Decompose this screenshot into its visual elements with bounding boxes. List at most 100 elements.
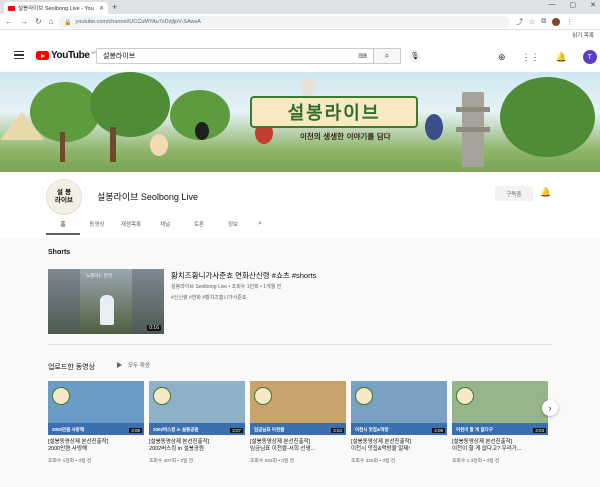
address-bar: ← → ↻ ⌂ 🔒 youtube.com/channel/UCCuMYAu7s… [0, 14, 600, 30]
extensions-icon[interactable]: ⧉ [541, 18, 546, 26]
video-card[interactable]: 2002버스킹 in 설봉공원 3:07 [설봉동영상제 본선진출작] 2002… [149, 381, 245, 464]
channel-name: 설봉라이브 Seolbong Live [97, 192, 198, 202]
video-title[interactable]: [설봉동영상제 본선진출작] 이천시 맛집&먹방을 알제! [351, 439, 447, 454]
video-thumbnail[interactable]: 임금님표 이천쌀 3:03 [250, 381, 346, 435]
video-thumbnail[interactable]: 2000만큼 사랑해 3:08 [48, 381, 144, 435]
forward-icon[interactable]: → [20, 17, 28, 26]
browser-tab[interactable]: 설봉라이브 Seolbong Live - You ✕ [4, 2, 108, 14]
search-icon: ⌕ [384, 51, 390, 60]
youtube-logo[interactable]: YouTube KR [36, 50, 97, 61]
close-tab-icon[interactable]: ✕ [99, 5, 104, 12]
channel-banner: 설봉라이브 이천의 생생한 이야기를 담다 [0, 72, 600, 172]
nav-buttons: ← → ↻ ⌂ [5, 17, 54, 26]
back-icon[interactable]: ← [5, 17, 13, 26]
keyboard-icon[interactable]: ⌨ [358, 53, 367, 60]
shorts-heading: Shorts [48, 249, 71, 256]
subscribed-button[interactable]: 구독중 [495, 186, 533, 201]
share-icon[interactable]: ⤴ [516, 17, 523, 27]
video-title-line2: 이천이 할 게 없다고? 우리가... [452, 446, 522, 453]
browser-tab-title: 설봉라이브 Seolbong Live - You [18, 6, 94, 12]
search-query: 설봉라이브 [103, 53, 136, 60]
video-title-line2: 2002버스킹 in 설봉공원 [149, 446, 204, 453]
video-card[interactable]: 임금님표 이천쌀 3:03 [설봉동영상제 본선진출작] 임금님표 이천쌀-서희… [250, 381, 346, 464]
window-controls: — ▢ ✕ [549, 1, 597, 9]
channel-search-icon[interactable]: ⌕ [250, 220, 270, 235]
youtube-favicon-icon [8, 5, 15, 11]
tab-videos[interactable]: 동영상 [80, 220, 114, 235]
voice-search-icon[interactable]: 🎙 [409, 50, 421, 62]
play-all-button[interactable]: 모두 재생 [117, 361, 150, 369]
channel-logo-badge [355, 387, 373, 405]
thumbnail-label: 임금님표 이천쌀 [254, 427, 285, 432]
lock-icon: 🔒 [64, 19, 72, 26]
create-video-icon[interactable]: ⊕ [498, 52, 506, 63]
video-meta: 조회수 1천회 • 3일 전 [48, 458, 92, 464]
thumbnail-label: 이천시 맛집&먹방 [355, 427, 389, 432]
tab-playlists[interactable]: 재생목록 [114, 220, 148, 235]
channel-bell-icon[interactable]: 🔔 [540, 187, 551, 198]
channel-header: 설 봉 라이브 설봉라이브 Seolbong Live 구독중 🔔 홈 동영상 … [0, 172, 600, 238]
banner-title: 설봉라이브 [250, 96, 418, 128]
short-title[interactable]: 황치즈황니가사준쵸 연화산신령 #쇼츠 #shorts [171, 270, 316, 281]
search-button[interactable]: ⌕ [373, 48, 401, 64]
user-avatar[interactable]: T [582, 50, 597, 64]
video-thumbnail[interactable]: 2002버스킹 in 설봉공원 3:07 [149, 381, 245, 435]
search-input[interactable]: 설봉라이브 ⌨ [96, 48, 374, 64]
section-divider [48, 344, 552, 345]
thumbnail-label: 이천이 할 게 없다구 [456, 427, 493, 432]
new-tab-icon[interactable]: + [112, 2, 117, 12]
video-card[interactable]: 이천시 맛집&먹방 4:08 [설봉동영상제 본선진출작] 이천시 맛집&먹방을… [351, 381, 447, 464]
video-title-line2: 임금님표 이천쌀-서희 선생... [250, 446, 316, 453]
video-card[interactable]: 2000만큼 사랑해 3:08 [설봉동영상제 본선진출작] 2000만큼 사랑… [48, 381, 144, 464]
home-icon[interactable]: ⌂ [49, 17, 54, 26]
close-window-icon[interactable]: ✕ [590, 1, 596, 9]
chevron-right-icon[interactable]: › [542, 400, 558, 416]
reload-icon[interactable]: ↻ [35, 17, 42, 26]
video-card[interactable]: 이천이 할 게 없다구 3:03 [설봉동영상제 본선진출작] 이천이 할 게 … [452, 381, 548, 464]
video-title-line2: 이천시 맛집&먹방을 알제! [351, 446, 410, 453]
video-title[interactable]: [설봉동영상제 본선진출작] 2002버스킹 in 설봉공원 [149, 439, 245, 454]
video-meta: 조회수 325회 • 3일 전 [351, 458, 396, 464]
youtube-play-icon [36, 51, 49, 60]
thumbnail-label: 2002버스킹 in 설봉공원 [153, 427, 199, 432]
maximize-icon[interactable]: ▢ [570, 1, 577, 9]
video-title[interactable]: [설봉동영상제 본선진출작] 2000만큼 사랑해 [48, 439, 144, 454]
channel-logo-badge [254, 387, 272, 405]
youtube-wordmark: YouTube [51, 50, 90, 61]
uploads-heading[interactable]: 업로드한 동영상 [48, 362, 95, 372]
bookmarks-bar: 읽기 목록 [0, 30, 600, 40]
profile-avatar-icon[interactable] [552, 18, 561, 26]
browser-toolbar-icons: ⤴ ☆ ⧉ ⋮ [516, 17, 573, 27]
tab-home[interactable]: 홈 [46, 220, 80, 235]
channel-content: Shorts 노래하는 만인 0:16 황치즈황니가사준쵸 연화산신령 #쇼츠 … [0, 238, 600, 487]
channel-avatar[interactable]: 설 봉 라이브 [46, 179, 82, 215]
youtube-header: YouTube KR 설봉라이브 ⌨ ⌕ 🎙 ⊕ ⋮⋮ 🔔 T [0, 40, 600, 72]
hamburger-menu-icon[interactable] [14, 51, 24, 59]
bookmark-star-icon[interactable]: ☆ [529, 18, 535, 26]
browser-tab-bar: 설봉라이브 Seolbong Live - You ✕ + — ▢ ✕ [0, 0, 600, 14]
short-duration: 0:16 [147, 325, 161, 331]
video-title[interactable]: [설봉동영상제 본선진출작] 이천이 할 게 없다고? 우리가... [452, 439, 548, 454]
apps-grid-icon[interactable]: ⋮⋮ [522, 52, 540, 63]
notifications-bell-icon[interactable]: 🔔 [556, 52, 567, 63]
tab-channels[interactable]: 채널 [148, 220, 182, 235]
minimize-icon[interactable]: — [549, 1, 556, 9]
tab-about[interactable]: 정보 [216, 220, 250, 235]
video-thumbnail[interactable]: 이천시 맛집&먹방 4:08 [351, 381, 447, 435]
tab-discussion[interactable]: 토론 [182, 220, 216, 235]
header-actions: ⊕ ⋮⋮ 🔔 T [498, 50, 597, 64]
video-title[interactable]: [설봉동영상제 본선진출작] 임금님표 이천쌀-서희 선생... [250, 439, 346, 454]
url-field[interactable]: 🔒 youtube.com/channel/UCCuMYAu7sDzjljoV-… [58, 16, 510, 28]
channel-logo-badge [52, 387, 70, 405]
banner-tagline: 이천의 생생한 이야기를 담다 [300, 132, 391, 141]
reading-list-button[interactable]: 읽기 목록 [572, 31, 594, 39]
video-duration: 3:03 [533, 428, 546, 433]
short-meta: 설봉라이브 Seolbong Live • 조회수 1만회 • 1개월 전 [171, 284, 282, 290]
short-thumbnail[interactable]: 노래하는 만인 0:16 [48, 269, 164, 334]
video-duration: 4:08 [432, 428, 445, 433]
short-hashtags[interactable]: #신신령 #연화 #황치즈황니가사준쵸 [171, 294, 247, 301]
video-thumbnail[interactable]: 이천이 할 게 없다구 3:03 [452, 381, 548, 435]
video-meta: 조회수 407회 • 3일 전 [149, 458, 194, 464]
short-thumb-caption: 노래하는 만인 [86, 273, 113, 278]
browser-menu-icon[interactable]: ⋮ [566, 18, 573, 26]
